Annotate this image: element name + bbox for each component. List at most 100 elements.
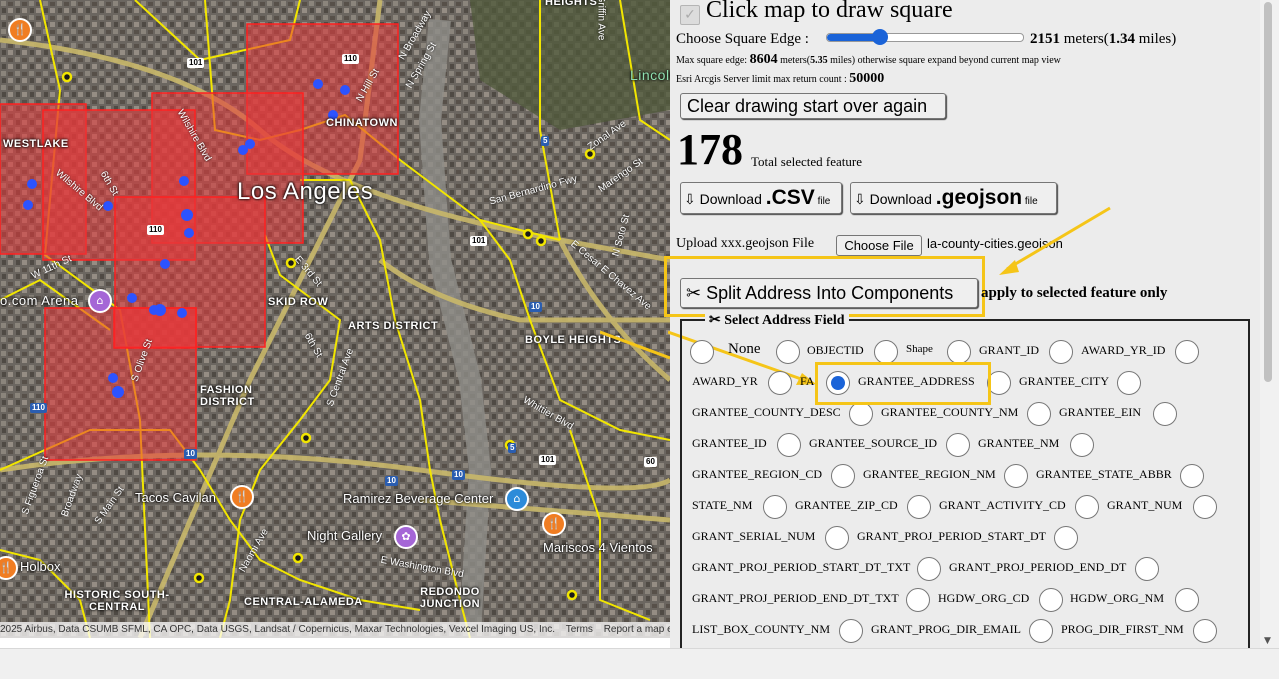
poi-night-gallery[interactable]: Night Gallery bbox=[307, 528, 382, 543]
draw-square-checkbox[interactable]: ✓ bbox=[680, 5, 700, 25]
radio-grantee-region-nm[interactable] bbox=[831, 464, 855, 488]
field-label: GRANTEE_SOURCE_ID bbox=[809, 436, 937, 450]
radio-option[interactable] bbox=[1193, 619, 1217, 643]
radio-option[interactable] bbox=[1135, 557, 1159, 581]
radio-none[interactable] bbox=[690, 340, 714, 364]
field-label: GRANT_SERIAL_NUM bbox=[692, 529, 816, 543]
poi-holbox[interactable]: Holbox bbox=[20, 559, 60, 574]
field-label: AWARD_YR bbox=[692, 374, 758, 388]
radio-grant-proj-period-start-dt[interactable] bbox=[825, 526, 849, 550]
esri-limit-note: Esri Arcgis Server limit max return coun… bbox=[676, 71, 884, 87]
map-view[interactable]: HEIGHTS WESTLAKE CHINATOWN Los Angeles S… bbox=[0, 0, 670, 638]
download-csv-suffix: file bbox=[814, 196, 831, 207]
field-label: HGDW_ORG_NM bbox=[1070, 591, 1164, 605]
radio-option[interactable] bbox=[1175, 588, 1199, 612]
map-label-arena: o.com Arena bbox=[0, 293, 79, 308]
radio-grant-id[interactable] bbox=[947, 340, 971, 364]
field-label: GRANT_PROJ_PERIOD_START_DT bbox=[857, 529, 1046, 543]
square-edge-label: Choose Square Edge : bbox=[676, 31, 809, 47]
poi-ramirez-beverage[interactable]: Ramirez Beverage Center bbox=[343, 491, 493, 506]
field-label: STATE_NM bbox=[692, 498, 753, 512]
radio-grant-prog-dir-email[interactable] bbox=[839, 619, 863, 643]
field-label: AWARD_YR_ID bbox=[1081, 343, 1166, 357]
field-label: LIST_BOX_COUNTY_NM bbox=[692, 622, 830, 636]
highway-shield: 101 bbox=[470, 236, 488, 246]
field-label: GRANTEE_REGION_NM bbox=[863, 467, 996, 481]
field-label: HGDW_ORG_CD bbox=[938, 591, 1030, 605]
field-label: GRANT_PROJ_PERIOD_END_DT_TXT bbox=[692, 591, 899, 605]
radio-grant-proj-period-end-dt[interactable] bbox=[917, 557, 941, 581]
radio-fa[interactable] bbox=[768, 371, 792, 395]
radio-objectid[interactable] bbox=[776, 340, 800, 364]
radio-grant-activity-cd[interactable] bbox=[907, 495, 931, 519]
field-label: GRANTEE_COUNTY_NM bbox=[881, 405, 1019, 419]
highway-shield: 110 bbox=[147, 225, 164, 235]
radio-hgdw-org-cd[interactable] bbox=[906, 588, 930, 612]
esri-limit-label: Esri Arcgis Server limit max return coun… bbox=[676, 74, 850, 85]
download-csv-button[interactable]: ⇩ Download .CSV file bbox=[680, 182, 842, 214]
radio-grantee-nm[interactable] bbox=[946, 433, 970, 457]
store-icon[interactable]: ⌂ bbox=[505, 487, 529, 511]
map-label-historic-south-central: HISTORIC SOUTH-CENTRAL bbox=[64, 589, 170, 613]
field-label: GRANTEE_STATE_ABBR bbox=[1036, 467, 1172, 481]
radio-option[interactable] bbox=[1117, 371, 1141, 395]
highway-shield: 110 bbox=[342, 54, 359, 64]
radio-option[interactable] bbox=[1054, 526, 1078, 550]
radio-option[interactable] bbox=[1153, 402, 1177, 426]
square-edge-miles: 1.34 bbox=[1108, 31, 1135, 47]
restaurant-icon[interactable]: 🍴 bbox=[542, 512, 566, 536]
poi-mariscos[interactable]: Mariscos 4 Vientos bbox=[543, 540, 653, 555]
restaurant-icon[interactable]: 🍴 bbox=[230, 485, 254, 509]
radio-grantee-state-abbr[interactable] bbox=[1004, 464, 1028, 488]
scroll-down-arrow-icon[interactable]: ▼ bbox=[1264, 636, 1271, 646]
highway-shield: 101 bbox=[187, 58, 205, 68]
arena-icon[interactable]: ⌂ bbox=[88, 289, 112, 313]
split-address-button[interactable]: ✂ Split Address Into Components bbox=[680, 278, 978, 308]
radio-option[interactable] bbox=[1193, 495, 1217, 519]
field-label: Shape bbox=[906, 343, 933, 355]
clear-drawing-button[interactable]: Clear drawing start over again bbox=[680, 93, 946, 119]
radio-hgdw-org-nm[interactable] bbox=[1039, 588, 1063, 612]
report-map-error-link[interactable]: Report a map error bbox=[604, 624, 670, 635]
poi-tacos-cavilan[interactable]: Tacos Cavilan bbox=[135, 490, 216, 505]
restaurant-icon[interactable]: 🍴 bbox=[8, 18, 32, 42]
terms-link[interactable]: Terms bbox=[566, 624, 593, 635]
scrollbar-thumb[interactable] bbox=[1264, 2, 1272, 382]
street-label: Griffin Ave bbox=[595, 0, 607, 41]
radio-shape[interactable] bbox=[874, 340, 898, 364]
radio-grantee-county-nm[interactable] bbox=[849, 402, 873, 426]
map-label-westlake: WESTLAKE bbox=[3, 138, 69, 150]
radio-option[interactable] bbox=[1180, 464, 1204, 488]
radio-prog-dir-first-nm[interactable] bbox=[1029, 619, 1053, 643]
field-label: FA bbox=[800, 374, 815, 388]
radio-option[interactable] bbox=[1175, 340, 1199, 364]
total-label: Total selected feature bbox=[751, 154, 862, 169]
radio-option[interactable] bbox=[1070, 433, 1094, 457]
annotation-arrow-2 bbox=[999, 206, 1111, 275]
upload-label: Upload xxx.geojson File bbox=[676, 236, 815, 251]
radio-award-yr-id[interactable] bbox=[1049, 340, 1073, 364]
highway-shield: 101 bbox=[539, 455, 557, 465]
map-label-fashion-district: FASHION DISTRICT bbox=[200, 384, 255, 408]
radio-grantee-zip-cd[interactable] bbox=[763, 495, 787, 519]
radio-grantee-ein[interactable] bbox=[1027, 402, 1051, 426]
slider-thumb[interactable] bbox=[871, 29, 888, 45]
address-field-legend: ✂ Select Address Field bbox=[705, 312, 849, 329]
download-geojson-prefix: ⇩ Download bbox=[854, 191, 936, 207]
max-edge-prefix: Max square edge: bbox=[676, 55, 750, 66]
radio-grantee-source-id[interactable] bbox=[777, 433, 801, 457]
gallery-icon[interactable]: ✿ bbox=[394, 525, 418, 549]
max-edge-suffix: miles) otherwise square expand beyond cu… bbox=[827, 55, 1061, 66]
square-edge-meters: 2151 bbox=[1030, 31, 1060, 47]
choose-file-button[interactable]: Choose File bbox=[836, 235, 922, 256]
download-csv-prefix: ⇩ Download bbox=[684, 191, 766, 207]
field-label: GRANTEE_COUNTY_DESC bbox=[692, 405, 841, 419]
field-label: GRANTEE_NM bbox=[978, 436, 1060, 450]
field-label: GRANT_PROJ_PERIOD_END_DT bbox=[949, 560, 1127, 574]
download-csv-ext: .CSV bbox=[765, 186, 815, 209]
map-label-heights: HEIGHTS bbox=[545, 0, 598, 8]
square-edge-slider[interactable] bbox=[826, 29, 1024, 45]
panel-scrollbar[interactable]: ▼ bbox=[1260, 0, 1279, 648]
radio-grant-num[interactable] bbox=[1075, 495, 1099, 519]
attribution-text: 2025 Airbus, Data CSUMB SFML, CA OPC, Da… bbox=[0, 624, 556, 635]
